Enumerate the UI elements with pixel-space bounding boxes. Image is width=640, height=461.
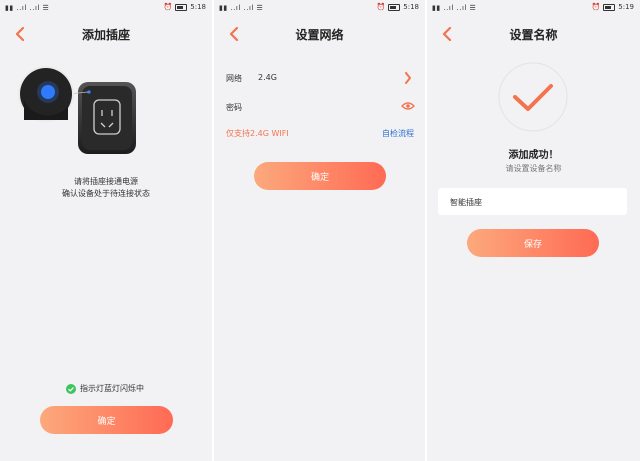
confirm-button[interactable]: 确定 <box>254 162 386 190</box>
instruction-line-1: 请将插座接通电源 <box>74 177 138 186</box>
signal-icon: ▮▮ ..ıl ..ıl ☰ <box>5 4 50 12</box>
status-time: 5:19 <box>618 3 634 11</box>
header: 添加插座 <box>0 22 212 46</box>
wifi-note: 仅支持2.4G WIFI <box>226 129 289 138</box>
status-bar: ▮▮ ..ıl ..ıl ☰ ⏰ 5:18 <box>214 0 425 16</box>
page-title: 添加插座 <box>81 28 130 42</box>
screen-set-network: ▮▮ ..ıl ..ıl ☰ ⏰ 5:18 设置网络 网络 2.4G 密码 仅支… <box>214 0 425 461</box>
status-time: 5:18 <box>403 3 419 11</box>
battery-icon <box>603 3 616 11</box>
signal-icon: ▮▮ ..ıl ..ıl ☰ <box>219 4 264 12</box>
network-value: 2.4G <box>258 73 277 82</box>
name-input[interactable]: 智能插座 <box>438 188 627 215</box>
indicator-text: 指示灯蓝灯闪烁中 <box>80 384 144 393</box>
network-label: 网络 <box>226 74 242 83</box>
success-text: 添加成功！ <box>508 150 559 161</box>
indicator-status: 指示灯蓝灯闪烁中 <box>66 383 144 394</box>
screen-add-socket: ▮▮ ..ıl ..ıl ☰ ⏰ 5:18 添加插座 请将插座接通电源 确认设备… <box>0 0 212 461</box>
network-row[interactable]: 网络 2.4G <box>214 68 425 88</box>
checkmark-icon <box>498 62 568 132</box>
alarm-icon: ⏰ <box>163 3 173 11</box>
page-title: 设置网络 <box>295 28 344 42</box>
status-time: 5:18 <box>190 3 206 11</box>
chevron-right-icon[interactable] <box>404 72 412 84</box>
status-bar: ▮▮ ..ıl ..ıl ☰ ⏰ 5:19 <box>427 0 640 16</box>
password-label: 密码 <box>226 103 242 112</box>
signal-icon: ▮▮ ..ıl ..ıl ☰ <box>432 4 477 12</box>
screen-set-name: ▮▮ ..ıl ..ıl ☰ ⏰ 5:19 设置名称 添加成功！ 请设置设备名称… <box>427 0 640 461</box>
battery-icon <box>175 3 188 11</box>
alarm-icon: ⏰ <box>376 3 386 11</box>
battery-icon <box>388 3 401 11</box>
eye-icon[interactable] <box>401 101 415 111</box>
save-button[interactable]: 保存 <box>467 229 599 257</box>
page-title: 设置名称 <box>509 28 558 42</box>
self-check-link[interactable]: 自检流程 <box>382 128 414 139</box>
instruction-line-2: 确认设备处于待连接状态 <box>62 189 150 198</box>
alarm-icon: ⏰ <box>591 3 601 11</box>
confirm-button[interactable]: 确定 <box>40 406 173 434</box>
prompt-text: 请设置设备名称 <box>505 164 562 173</box>
password-row[interactable]: 密码 <box>214 97 425 117</box>
check-circle-icon <box>66 383 76 394</box>
header: 设置名称 <box>427 22 640 46</box>
name-input-value: 智能插座 <box>450 198 482 207</box>
header: 设置网络 <box>214 22 425 46</box>
socket-illustration <box>18 66 136 154</box>
status-bar: ▮▮ ..ıl ..ıl ☰ ⏰ 5:18 <box>0 0 212 16</box>
